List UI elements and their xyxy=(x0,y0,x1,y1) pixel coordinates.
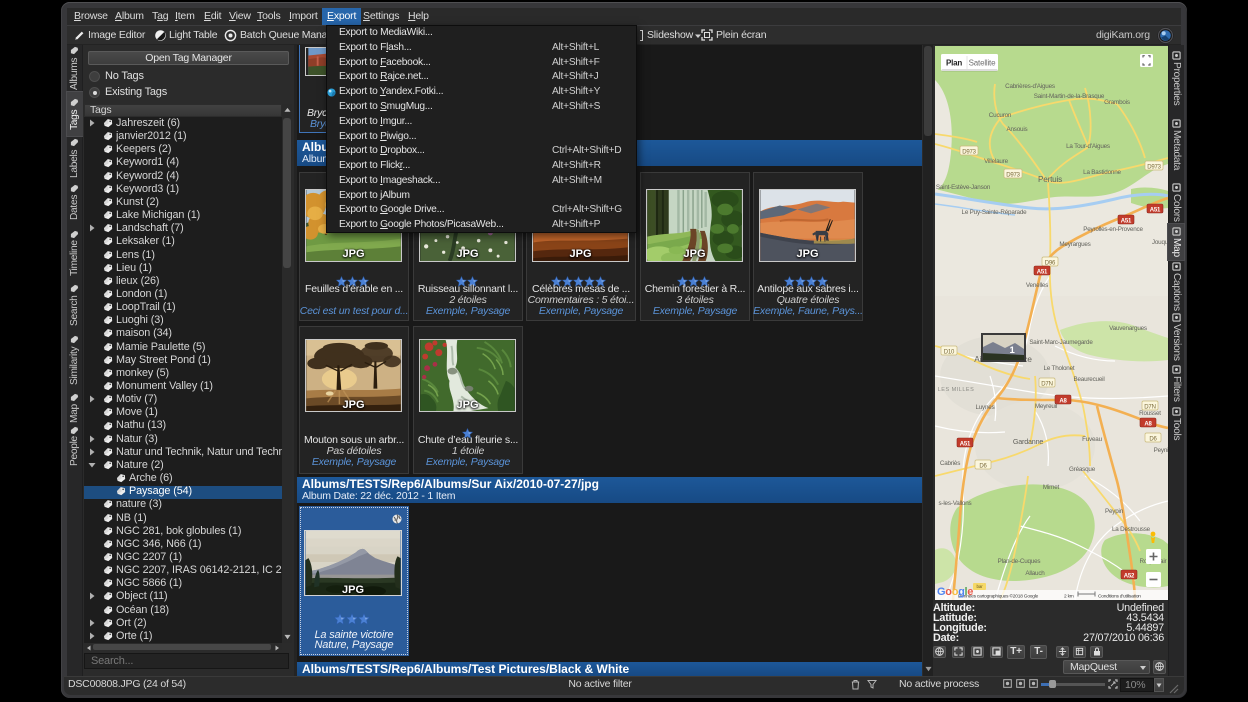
svg-text:Vauvenargues: Vauvenargues xyxy=(1109,325,1147,332)
svg-text:Saint-Martin-de-la-Brasque: Saint-Martin-de-la-Brasque xyxy=(1034,93,1105,100)
svg-text:Cabrières-d'Aigues: Cabrières-d'Aigues xyxy=(1005,83,1055,90)
svg-text:D973: D973 xyxy=(1006,173,1020,179)
svg-text:Allauch: Allauch xyxy=(1025,570,1045,577)
svg-text:D10: D10 xyxy=(944,350,955,356)
svg-text:Plan: Plan xyxy=(946,59,962,68)
svg-text:A52: A52 xyxy=(1124,574,1135,580)
svg-text:D6: D6 xyxy=(1149,437,1157,443)
svg-text:Satellite: Satellite xyxy=(969,59,996,68)
svg-text:Gardanne: Gardanne xyxy=(1013,437,1044,446)
svg-text:A51: A51 xyxy=(1037,270,1048,276)
svg-text:2 km: 2 km xyxy=(1064,594,1074,600)
svg-text:La Destrousse: La Destrousse xyxy=(1112,526,1151,533)
svg-text:Le Puy-Sainte-Réparade: Le Puy-Sainte-Réparade xyxy=(962,209,1028,216)
svg-text:D973: D973 xyxy=(962,150,976,156)
svg-text:Rousset: Rousset xyxy=(1139,410,1161,417)
svg-text:Venelles: Venelles xyxy=(1026,282,1048,289)
svg-text:Luynes: Luynes xyxy=(975,404,994,411)
svg-text:Jouqu: Jouqu xyxy=(1152,239,1168,246)
svg-text:s-les-Vallons: s-les-Vallons xyxy=(939,500,972,507)
svg-text:A51: A51 xyxy=(960,442,971,448)
svg-text:Beaurecueil: Beaurecueil xyxy=(1073,376,1104,383)
svg-text:Peyrolles-en-Provence: Peyrolles-en-Provence xyxy=(1083,226,1143,233)
svg-text:Peypin: Peypin xyxy=(1105,508,1124,515)
svg-text:D96: D96 xyxy=(1045,261,1056,267)
svg-text:A51: A51 xyxy=(1150,208,1161,214)
svg-text:Fuveau: Fuveau xyxy=(1082,436,1103,443)
svg-text:Mimet: Mimet xyxy=(1043,484,1060,491)
svg-text:Conditions d'utilisation: Conditions d'utilisation xyxy=(1098,594,1141,600)
svg-text:Plan-de-Cuques: Plan-de-Cuques xyxy=(998,558,1041,565)
svg-text:Meyreuil: Meyreuil xyxy=(1035,403,1057,410)
svg-text:bar: bar xyxy=(977,584,984,589)
svg-text:D973: D973 xyxy=(1147,165,1161,171)
svg-text:Cabriès: Cabriès xyxy=(940,460,960,467)
svg-text:A8: A8 xyxy=(1059,399,1067,405)
svg-text:Pertuis: Pertuis xyxy=(1038,175,1062,184)
svg-text:Ansouis: Ansouis xyxy=(1006,126,1027,133)
svg-text:La Bastidonne: La Bastidonne xyxy=(1083,169,1121,176)
svg-text:Le Tholonet: Le Tholonet xyxy=(1044,365,1075,372)
svg-text:D7N: D7N xyxy=(1041,382,1052,388)
svg-text:Peyni: Peyni xyxy=(1154,447,1168,454)
svg-text:Saint-Marc-Jaumegarde: Saint-Marc-Jaumegarde xyxy=(1029,339,1093,346)
svg-text:La Tour-d'Aigues: La Tour-d'Aigues xyxy=(1066,143,1110,150)
svg-text:A51: A51 xyxy=(1121,219,1132,225)
svg-text:Villelaure: Villelaure xyxy=(984,158,1008,165)
svg-text:A8: A8 xyxy=(1144,422,1152,428)
svg-text:D6: D6 xyxy=(979,464,987,470)
svg-text:Cucuron: Cucuron xyxy=(989,112,1012,119)
svg-text:LES MILLES: LES MILLES xyxy=(938,387,975,393)
svg-text:Google: Google xyxy=(937,586,973,598)
svg-text:Saint-Estève-Janson: Saint-Estève-Janson xyxy=(936,184,991,191)
svg-text:Gréasque: Gréasque xyxy=(1069,466,1096,473)
svg-text:Meyrargues: Meyrargues xyxy=(1059,241,1090,248)
svg-text:Grambois: Grambois xyxy=(1104,99,1130,106)
